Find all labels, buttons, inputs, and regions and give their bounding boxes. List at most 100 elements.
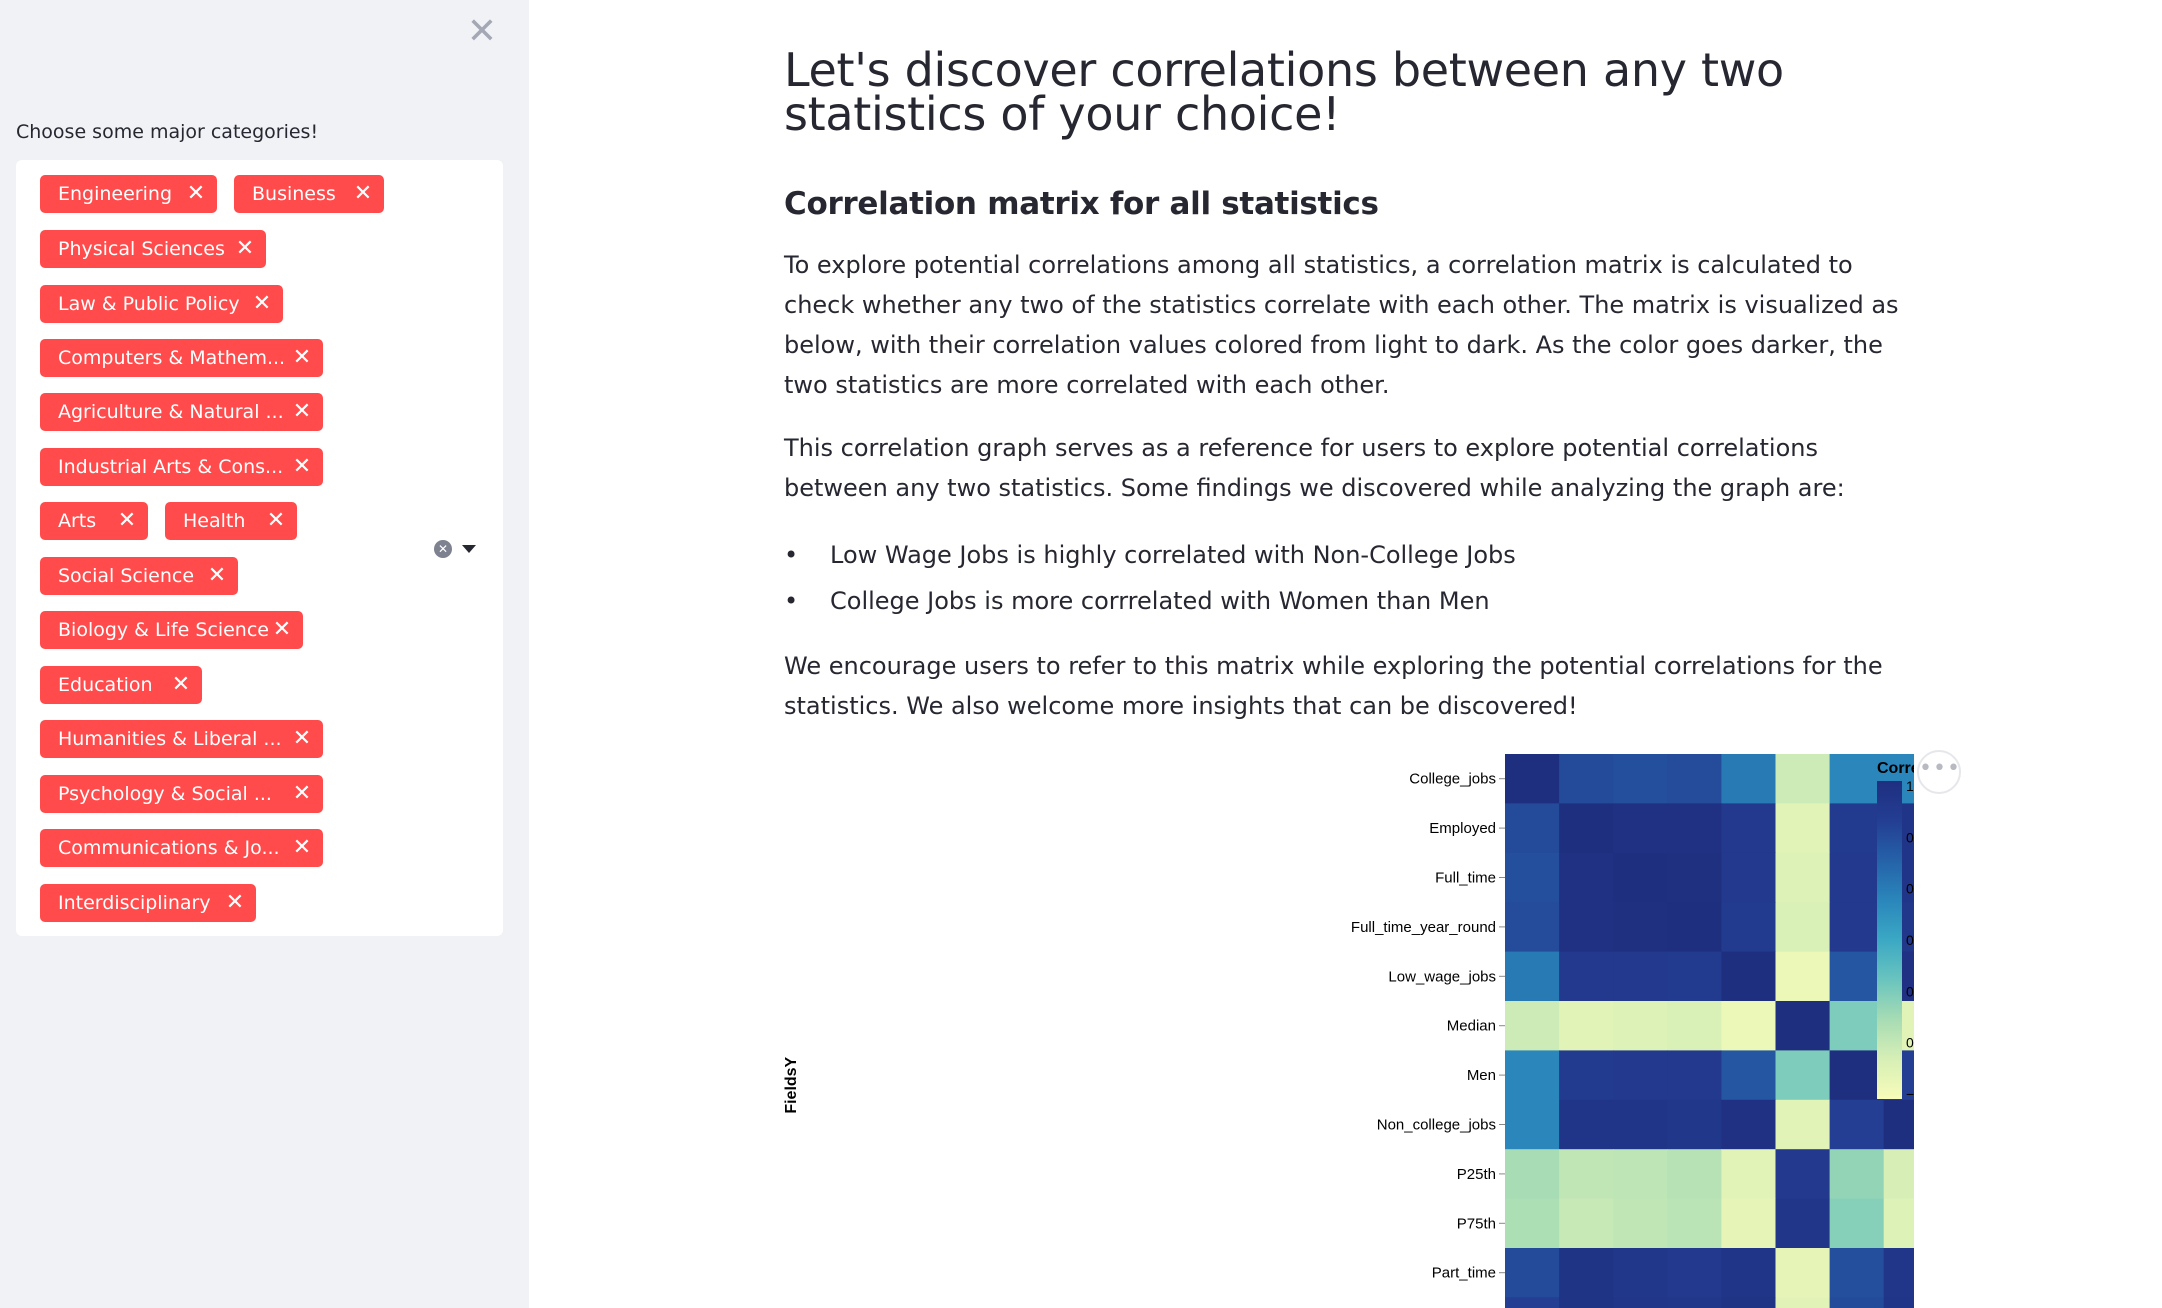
heatmap-cell (1775, 1198, 1831, 1249)
close-sidebar-icon[interactable]: ✕ (464, 14, 500, 50)
remove-tag-icon[interactable]: ✕ (251, 285, 273, 323)
tag-agriculture: Agriculture & Natural ... ✕ (40, 393, 323, 431)
tag-label: Education (58, 674, 153, 696)
tag-label: Agriculture & Natural ... (58, 401, 284, 423)
heatmap-cell (1613, 951, 1668, 1002)
remove-tag-icon[interactable]: ✕ (352, 175, 374, 213)
legend-tick-label: 0.8 (1906, 829, 1914, 845)
remove-tag-icon[interactable]: ✕ (170, 666, 192, 704)
legend-tick-label: 0.2 (1906, 983, 1914, 999)
tag-health: Health ✕ (165, 502, 297, 540)
remove-tag-icon[interactable]: ✕ (265, 502, 287, 540)
tag-label: Biology & Life Science (58, 619, 269, 641)
heatmap-cell (1775, 1050, 1831, 1101)
clear-all-icon[interactable]: ✕ (434, 540, 452, 558)
heatmap-cell (1667, 951, 1722, 1002)
heatmap-cell (1775, 1099, 1831, 1150)
y-tick-label: Part_time (1432, 1265, 1496, 1282)
tag-label: Industrial Arts & Cons... (58, 456, 284, 478)
tag-humanities: Humanities & Liberal ... ✕ (40, 720, 323, 758)
heatmap-cell (1613, 1248, 1668, 1298)
tag-label: Business (252, 183, 336, 205)
finding-text: Low Wage Jobs is highly correlated with … (830, 541, 1516, 569)
heatmap-cell (1829, 951, 1885, 1002)
legend-tick-label: 0.6 (1906, 881, 1914, 897)
tag-business: Business ✕ (234, 175, 384, 213)
heatmap-cell (1829, 803, 1885, 854)
remove-tag-icon[interactable]: ✕ (291, 720, 313, 758)
bullet-icon: • (784, 541, 799, 569)
heatmap-cell (1559, 803, 1614, 854)
y-tick-label: Non_college_jobs (1377, 1117, 1496, 1134)
bullet-icon: • (784, 587, 799, 615)
heatmap-cell (1883, 1297, 1914, 1308)
heatmap-cell (1613, 1297, 1668, 1308)
remove-tag-icon[interactable]: ✕ (224, 884, 246, 922)
heatmap-cell (1721, 1149, 1777, 1200)
chevron-down-icon[interactable] (462, 545, 476, 553)
y-axis-title: FieldsY (784, 1056, 800, 1113)
remove-tag-icon[interactable]: ✕ (291, 775, 313, 813)
category-multiselect[interactable]: Engineering ✕ Business ✕ Physical Scienc… (16, 160, 503, 936)
tag-label: Arts (58, 510, 97, 532)
heatmap-cell (1721, 1099, 1777, 1150)
heatmap-cell (1559, 1149, 1614, 1200)
y-tick-label: Full_time (1435, 870, 1496, 887)
heatmap-cell (1667, 1149, 1722, 1200)
legend-tick-label: −0.2 (1906, 1086, 1914, 1102)
list-item: • College Jobs is more corrrelated with … (784, 578, 1884, 624)
heatmap-cell (1559, 754, 1614, 804)
list-item: • Low Wage Jobs is highly correlated wit… (784, 532, 1884, 578)
remove-tag-icon[interactable]: ✕ (206, 557, 228, 595)
remove-tag-icon[interactable]: ✕ (116, 502, 138, 540)
remove-tag-icon[interactable]: ✕ (291, 829, 313, 867)
tag-arts: Arts ✕ (40, 502, 148, 540)
heatmap-cell (1721, 1248, 1777, 1298)
heatmap-cell (1613, 902, 1668, 953)
heatmap-cell (1559, 1248, 1614, 1298)
findings-intro-paragraph: This correlation graph serves as a refer… (784, 434, 1845, 502)
remove-tag-icon[interactable]: ✕ (291, 339, 313, 377)
remove-tag-icon[interactable]: ✕ (291, 393, 313, 431)
remove-tag-icon[interactable]: ✕ (271, 611, 293, 649)
tag-psychology: Psychology & Social ... ✕ (40, 775, 323, 813)
heatmap-cell (1829, 902, 1885, 953)
tag-label: Law & Public Policy (58, 293, 240, 315)
heatmap-cell (1505, 1001, 1560, 1051)
heatmap-cell (1559, 951, 1614, 1002)
tag-communications: Communications & Jo... ✕ (40, 829, 323, 867)
remove-tag-icon[interactable]: ✕ (185, 175, 207, 213)
more-options-icon[interactable]: ••• (1917, 750, 1961, 794)
section-heading: Correlation matrix for all statistics (784, 186, 1379, 222)
heatmap-cell (1667, 803, 1722, 854)
heatmap-cell (1613, 754, 1668, 804)
heatmap-cell (1505, 902, 1560, 953)
heatmap-cell (1667, 1001, 1722, 1051)
y-tick-label: College_jobs (1409, 771, 1496, 788)
correlation-heatmap: College_jobs Employed Full_time Full_time_y… (784, 754, 1914, 1308)
remove-tag-icon[interactable]: ✕ (234, 230, 256, 268)
heatmap-cell (1505, 951, 1560, 1002)
heatmap-cell (1505, 1149, 1560, 1200)
tag-biology: Biology & Life Science ✕ (40, 611, 303, 649)
tag-label: Health (183, 510, 246, 532)
tag-label: Computers & Mathem... (58, 347, 286, 369)
tag-education: Education ✕ (40, 666, 202, 704)
heatmap-cell (1721, 951, 1777, 1002)
heatmap-cell (1559, 1099, 1614, 1150)
tag-label: Psychology & Social ... (58, 783, 272, 805)
remove-tag-icon[interactable]: ✕ (291, 448, 313, 486)
tag-computers-math: Computers & Mathem... ✕ (40, 339, 323, 377)
heatmap-cell (1883, 1099, 1914, 1150)
heatmap-cell (1721, 754, 1777, 804)
heatmap-cell (1829, 1149, 1885, 1200)
heatmap-cell (1505, 754, 1560, 804)
heatmap-cell (1505, 1050, 1560, 1101)
heatmap-cell (1613, 852, 1668, 903)
y-tick-label: P25th (1457, 1166, 1496, 1183)
y-tick-label: P75th (1457, 1215, 1496, 1232)
heatmap-cell (1505, 852, 1560, 903)
heatmap-cell (1829, 852, 1885, 903)
heatmap-cell (1829, 1198, 1885, 1249)
multiselect-label: Choose some major categories! (16, 121, 319, 143)
